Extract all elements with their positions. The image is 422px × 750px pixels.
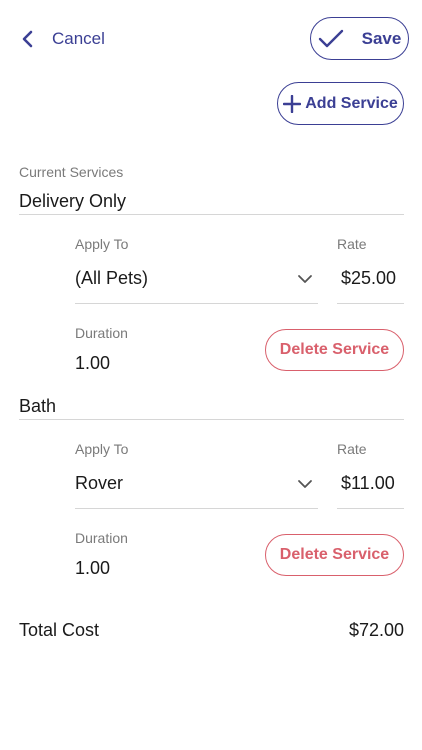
apply-to-select[interactable]: Rover	[75, 465, 318, 509]
rate-underline	[337, 508, 404, 509]
apply-to-label: Apply To	[75, 236, 129, 252]
rate-input[interactable]: $25.00	[337, 260, 404, 304]
duration-label: Duration	[75, 530, 128, 546]
service-name: Bath	[19, 396, 57, 416]
add-service-button[interactable]: Add Service	[277, 82, 404, 125]
cancel-label: Cancel	[52, 29, 105, 48]
rate-input[interactable]: $11.00	[337, 465, 404, 509]
duration-value[interactable]: 1.00	[75, 558, 110, 579]
rate-label: Rate	[337, 236, 367, 252]
delete-service-label: Delete Service	[279, 341, 390, 358]
save-button[interactable]: Save	[310, 17, 409, 60]
delete-service-button[interactable]: Delete Service	[265, 329, 404, 371]
rate-underline	[337, 303, 404, 304]
apply-to-select[interactable]: (All Pets)	[75, 260, 318, 304]
delete-service-label: Delete Service	[279, 546, 390, 563]
plus-icon	[283, 94, 302, 113]
rate-value: $11.00	[341, 473, 395, 493]
cancel-button[interactable]: Cancel	[20, 24, 105, 54]
chevron-left-icon	[22, 30, 33, 48]
select-underline	[75, 303, 318, 304]
service-name: Delivery Only	[19, 191, 127, 211]
add-service-label: Add Service	[305, 94, 398, 112]
total-cost-label: Total Cost	[19, 620, 100, 640]
apply-to-value: Rover	[75, 473, 124, 493]
rate-label: Rate	[337, 441, 367, 457]
divider	[19, 419, 404, 420]
rate-value: $25.00	[341, 268, 397, 288]
save-label: Save	[361, 28, 402, 48]
duration-label: Duration	[75, 325, 128, 341]
duration-value[interactable]: 1.00	[75, 353, 110, 374]
chevron-down-icon	[298, 275, 312, 283]
apply-to-label: Apply To	[75, 441, 129, 457]
select-underline	[75, 508, 318, 509]
check-icon	[318, 29, 343, 47]
divider	[19, 214, 404, 215]
apply-to-value: (All Pets)	[75, 268, 149, 288]
current-services-heading: Current Services	[19, 164, 124, 180]
chevron-down-icon	[298, 480, 312, 488]
delete-service-button[interactable]: Delete Service	[265, 534, 404, 576]
total-cost-value: $72.00	[348, 620, 404, 640]
